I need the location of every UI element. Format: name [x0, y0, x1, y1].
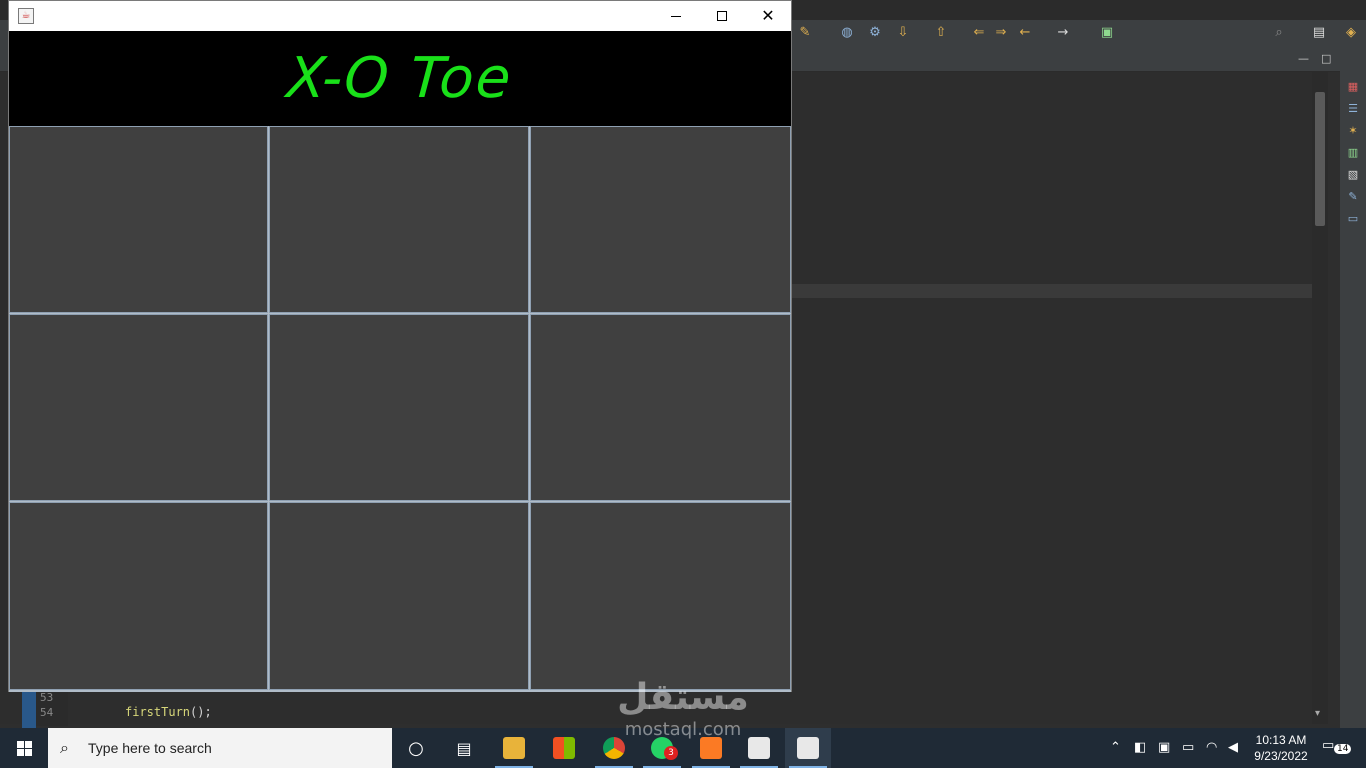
scrollbar-thumb[interactable]: [1315, 92, 1325, 226]
game-board: [9, 126, 791, 692]
brush-icon[interactable]: ✎: [796, 24, 814, 42]
notification-badge: 3: [664, 746, 678, 760]
editor-scrollbar[interactable]: ▾: [1312, 72, 1328, 724]
code-line: firstTurn();: [125, 705, 212, 719]
board-cell-5[interactable]: [269, 314, 529, 501]
java-icon: [797, 737, 819, 759]
code-function-call: firstTurn: [125, 705, 191, 719]
layout-icon[interactable]: ▤: [1310, 24, 1328, 42]
profile-icon[interactable]: ⚙: [866, 24, 884, 42]
board-cell-1[interactable]: [9, 126, 268, 313]
java-icon: [748, 737, 770, 759]
clock-date: 9/23/2022: [1254, 749, 1308, 763]
meet-now-icon[interactable]: ◧: [1134, 740, 1146, 755]
ide-maximize-icon[interactable]: □: [1321, 52, 1331, 65]
scroll-down-icon[interactable]: ▾: [1315, 708, 1320, 719]
volume-icon[interactable]: ◀: [1228, 740, 1238, 755]
start-button[interactable]: [0, 728, 48, 768]
chevron-up-icon[interactable]: ⌃: [1110, 740, 1121, 755]
properties-icon[interactable]: ☰: [1346, 102, 1360, 116]
windows-logo-icon: [16, 740, 32, 756]
taskbar-search-box[interactable]: ⌕ Type here to search: [48, 728, 392, 768]
search-icon: ⌕: [60, 738, 69, 757]
globe-icon[interactable]: ◍: [838, 24, 856, 42]
line-number: 54: [40, 706, 54, 719]
game-window: ☕ ✕ X-O Toe: [8, 0, 792, 692]
wifi-icon[interactable]: ◠: [1206, 740, 1217, 755]
game-header: X-O Toe: [9, 31, 791, 126]
java-app-button[interactable]: [736, 728, 782, 768]
board-cell-8[interactable]: [269, 502, 529, 690]
xampp-icon: [700, 737, 722, 759]
forward-icon[interactable]: ⇒: [992, 24, 1010, 42]
output-icon[interactable]: ▭: [1346, 212, 1360, 226]
store-button[interactable]: [541, 728, 587, 768]
action-center-button[interactable]: ▭ 14: [1322, 738, 1352, 758]
services-icon[interactable]: ▥: [1346, 146, 1360, 160]
arrow-left-icon[interactable]: ←: [1016, 24, 1034, 42]
task-view-icon: ▤: [456, 738, 472, 758]
navigator-icon[interactable]: ✶: [1346, 124, 1360, 138]
board-cell-6[interactable]: [530, 314, 791, 501]
notification-count: 14: [1334, 744, 1352, 754]
chrome-icon: [603, 737, 625, 759]
xampp-button[interactable]: [688, 728, 734, 768]
file-explorer-icon: [503, 737, 525, 759]
ide-minimize-icon[interactable]: —: [1298, 52, 1309, 65]
close-button[interactable]: ✕: [745, 1, 791, 31]
chrome-button[interactable]: [591, 728, 637, 768]
minimize-button[interactable]: [653, 1, 699, 31]
whatsapp-button[interactable]: 3: [639, 728, 685, 768]
step-into-icon[interactable]: ⇩: [894, 24, 912, 42]
back-icon[interactable]: ⇐: [970, 24, 988, 42]
board-cell-9[interactable]: [530, 502, 791, 690]
taskbar-clock[interactable]: 10:13 AM 9/23/2022: [1248, 732, 1314, 764]
palette-icon[interactable]: ▦: [1346, 80, 1360, 94]
search-placeholder: Type here to search: [88, 740, 212, 756]
line-number: 53: [40, 691, 54, 704]
gutter-marker: [22, 690, 36, 728]
code-suffix: ();: [190, 705, 212, 719]
plugin-icon[interactable]: ◈: [1342, 24, 1360, 42]
current-line-highlight: [792, 284, 1312, 298]
file-explorer-button[interactable]: [491, 728, 537, 768]
close-icon: ✕: [761, 6, 775, 25]
board-cell-2[interactable]: [269, 126, 529, 313]
minimize-icon: [671, 15, 681, 17]
arrow-right-icon[interactable]: →: [1054, 24, 1072, 42]
game-title: X-O Toe: [285, 46, 515, 111]
maximize-button[interactable]: [699, 1, 745, 31]
files-icon[interactable]: ▧: [1346, 168, 1360, 182]
board-cell-3[interactable]: [530, 126, 791, 313]
maximize-icon: [717, 11, 727, 21]
java-icon[interactable]: ☕: [18, 8, 34, 24]
screen-icon[interactable]: ▣: [1158, 740, 1170, 755]
window-titlebar[interactable]: ☕ ✕: [9, 1, 791, 31]
step-out-icon[interactable]: ⇧: [932, 24, 950, 42]
windows-taskbar: ⌕ Type here to search ○ ▤ 3 ⌃ ◧ ▣ ▭ ◠ ◀ …: [0, 728, 1366, 768]
commit-icon[interactable]: ▣: [1098, 24, 1116, 42]
board-cell-4[interactable]: [9, 314, 268, 501]
clock-time: 10:13 AM: [1255, 733, 1307, 747]
battery-icon[interactable]: ▭: [1182, 740, 1194, 755]
board-cell-7[interactable]: [9, 502, 268, 690]
cortana-icon: ○: [408, 737, 424, 759]
task-view-button[interactable]: ▤: [441, 728, 487, 768]
search-icon[interactable]: ⌕: [1270, 24, 1288, 42]
java-game-button[interactable]: [785, 728, 831, 768]
cortana-button[interactable]: ○: [393, 728, 439, 768]
debug-icon[interactable]: ✎: [1346, 190, 1360, 204]
microsoft-store-icon: [553, 737, 575, 759]
notification-icon: ▭: [1322, 738, 1335, 753]
